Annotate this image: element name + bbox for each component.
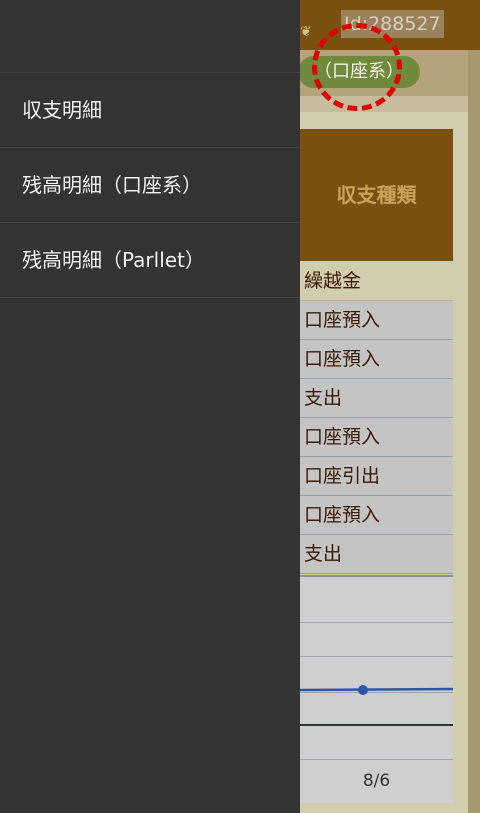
menu-item-account-balance-detail[interactable]: 残高明細（口座系） [0, 148, 300, 223]
table-row[interactable]: 口座預入 [300, 340, 453, 379]
x-tick-label: 8/6 [362, 771, 391, 791]
table-row[interactable]: 繰越金 [300, 262, 453, 301]
chart-plot [300, 685, 453, 695]
table-row[interactable]: 口座預入 [300, 301, 453, 340]
right-edge-strip [468, 50, 480, 813]
column-header-type: 収支種類 [300, 129, 453, 261]
menu-item-income-expense-detail[interactable]: 収支明細 [0, 73, 300, 148]
drawer-header [0, 0, 300, 73]
table-row[interactable]: 支出 [300, 535, 453, 574]
navigation-drawer: 収支明細 残高明細（口座系） 残高明細（Parllet） [0, 0, 300, 813]
transaction-type-list: 繰越金 口座預入 口座預入 支出 口座預入 口座引出 口座預入 支出 [300, 262, 453, 574]
highlight-circle [312, 23, 402, 111]
table-row[interactable]: 口座引出 [300, 457, 453, 496]
menu-item-parllet-balance-detail[interactable]: 残高明細（Parllet） [0, 223, 300, 298]
table-row[interactable]: 口座預入 [300, 418, 453, 457]
series-line [300, 687, 453, 692]
data-point [358, 685, 368, 695]
table-row[interactable]: 口座預入 [300, 496, 453, 535]
table-row[interactable]: 支出 [300, 379, 453, 418]
balance-chart: 8/6 [300, 575, 453, 803]
app-logo-icon: ❦ [300, 24, 312, 40]
